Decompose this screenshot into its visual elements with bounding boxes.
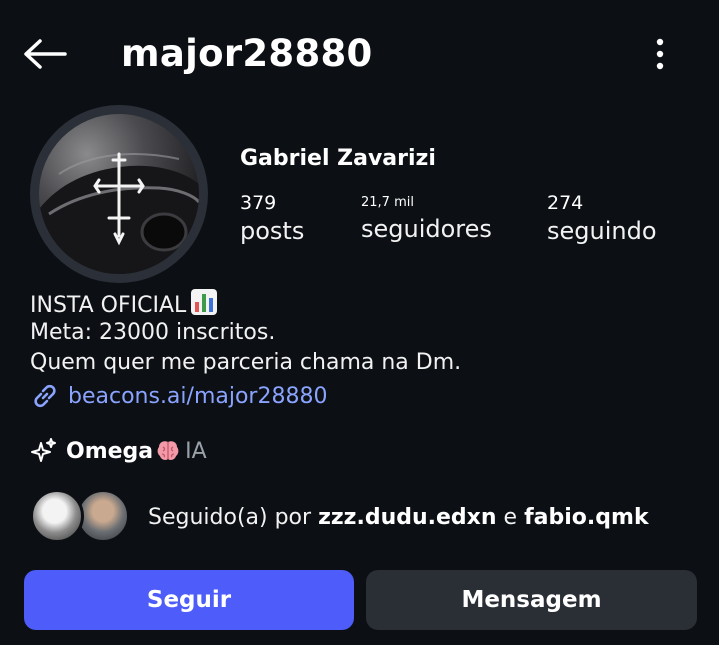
bio-line-2: Meta: 23000 inscritos. [30,320,276,345]
bio-link-text: beacons.ai/major28880 [68,383,328,409]
arrow-left-icon [24,39,67,69]
profile-username: major28880 [121,32,373,75]
ai-profile-row[interactable]: Omega IA [30,434,207,468]
followed-by-row[interactable]: Seguido(a) por zzz.dudu.edxn e fabio.qmk [30,488,649,546]
more-options-button[interactable] [640,30,680,78]
stat-posts[interactable]: 379 posts [240,191,304,247]
followed-by-prefix: Seguido(a) por [148,504,312,530]
follow-button[interactable]: Seguir [24,570,354,630]
followed-by-user-2: fabio.qmk [524,504,649,530]
bio-line-3: Quem quer me parceria chama na Dm. [30,350,462,375]
ai-name: Omega [66,438,154,464]
stat-posts-count: 379 [240,192,277,214]
back-button[interactable] [18,28,72,80]
profile-avatar[interactable] [30,105,208,283]
sparkles-icon [31,438,56,462]
message-button[interactable]: Mensagem [366,570,697,630]
bio-line-1-text: INSTA OFICIAL [30,293,187,318]
brain-emoji [157,441,179,460]
ai-tag: IA [185,438,207,464]
stat-followers[interactable]: 21,7 mil seguidores [361,191,492,245]
stat-following-label: seguindo [547,217,657,245]
followed-by-conjunction: e [503,504,518,530]
link-icon [34,384,56,408]
bio-line-1: INSTA OFICIAL [30,288,218,321]
stat-following-count: 274 [547,192,584,214]
bar-chart-emoji [191,289,218,315]
stat-posts-label: posts [240,217,305,245]
mutual-avatar-2 [76,489,130,543]
mutual-avatars [30,488,134,546]
mutual-avatar-1 [30,489,84,543]
profile-full-name: Gabriel Zavarizi [240,146,436,171]
stat-followers-count: 21,7 mil [361,195,414,210]
followed-by-user-1: zzz.dudu.edxn [318,504,497,530]
stat-followers-label: seguidores [361,215,492,243]
bio-link[interactable]: beacons.ai/major28880 [30,380,327,412]
avatar-image [39,114,199,274]
vertical-dots-icon [656,38,664,70]
stat-following[interactable]: 274 seguindo [547,191,657,247]
